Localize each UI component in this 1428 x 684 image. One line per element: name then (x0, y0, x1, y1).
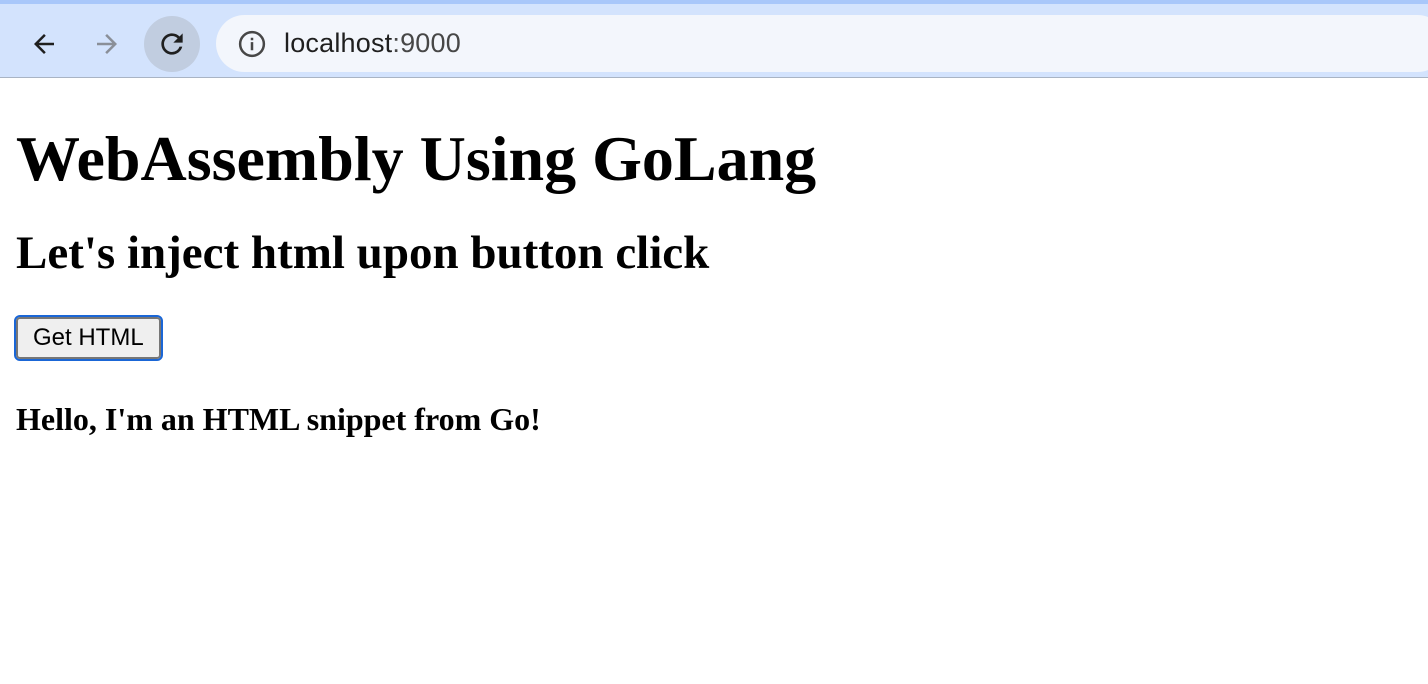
url-text: localhost:9000 (284, 28, 461, 59)
info-icon (238, 30, 266, 57)
arrow-left-icon (34, 34, 54, 54)
page-content: WebAssembly Using GoLang Let's inject ht… (0, 78, 1428, 439)
page-title: WebAssembly Using GoLang (16, 123, 817, 194)
get-html-button[interactable]: Get HTML (14, 315, 163, 361)
address-bar[interactable]: localhost:9000 (216, 15, 1428, 72)
browser-toolbar: localhost:9000 (0, 0, 1428, 78)
reload-button[interactable] (144, 16, 200, 72)
back-button[interactable] (16, 16, 72, 72)
forward-button[interactable] (79, 16, 135, 72)
site-info-button[interactable] (236, 28, 268, 60)
injected-html-snippet: Hello, I'm an HTML snippet from Go! (16, 401, 541, 437)
reload-icon (161, 33, 183, 55)
url-host: localhost (284, 28, 393, 58)
arrow-right-icon (97, 34, 117, 54)
url-port: :9000 (392, 28, 461, 58)
page-subtitle: Let's inject html upon button click (16, 227, 710, 279)
